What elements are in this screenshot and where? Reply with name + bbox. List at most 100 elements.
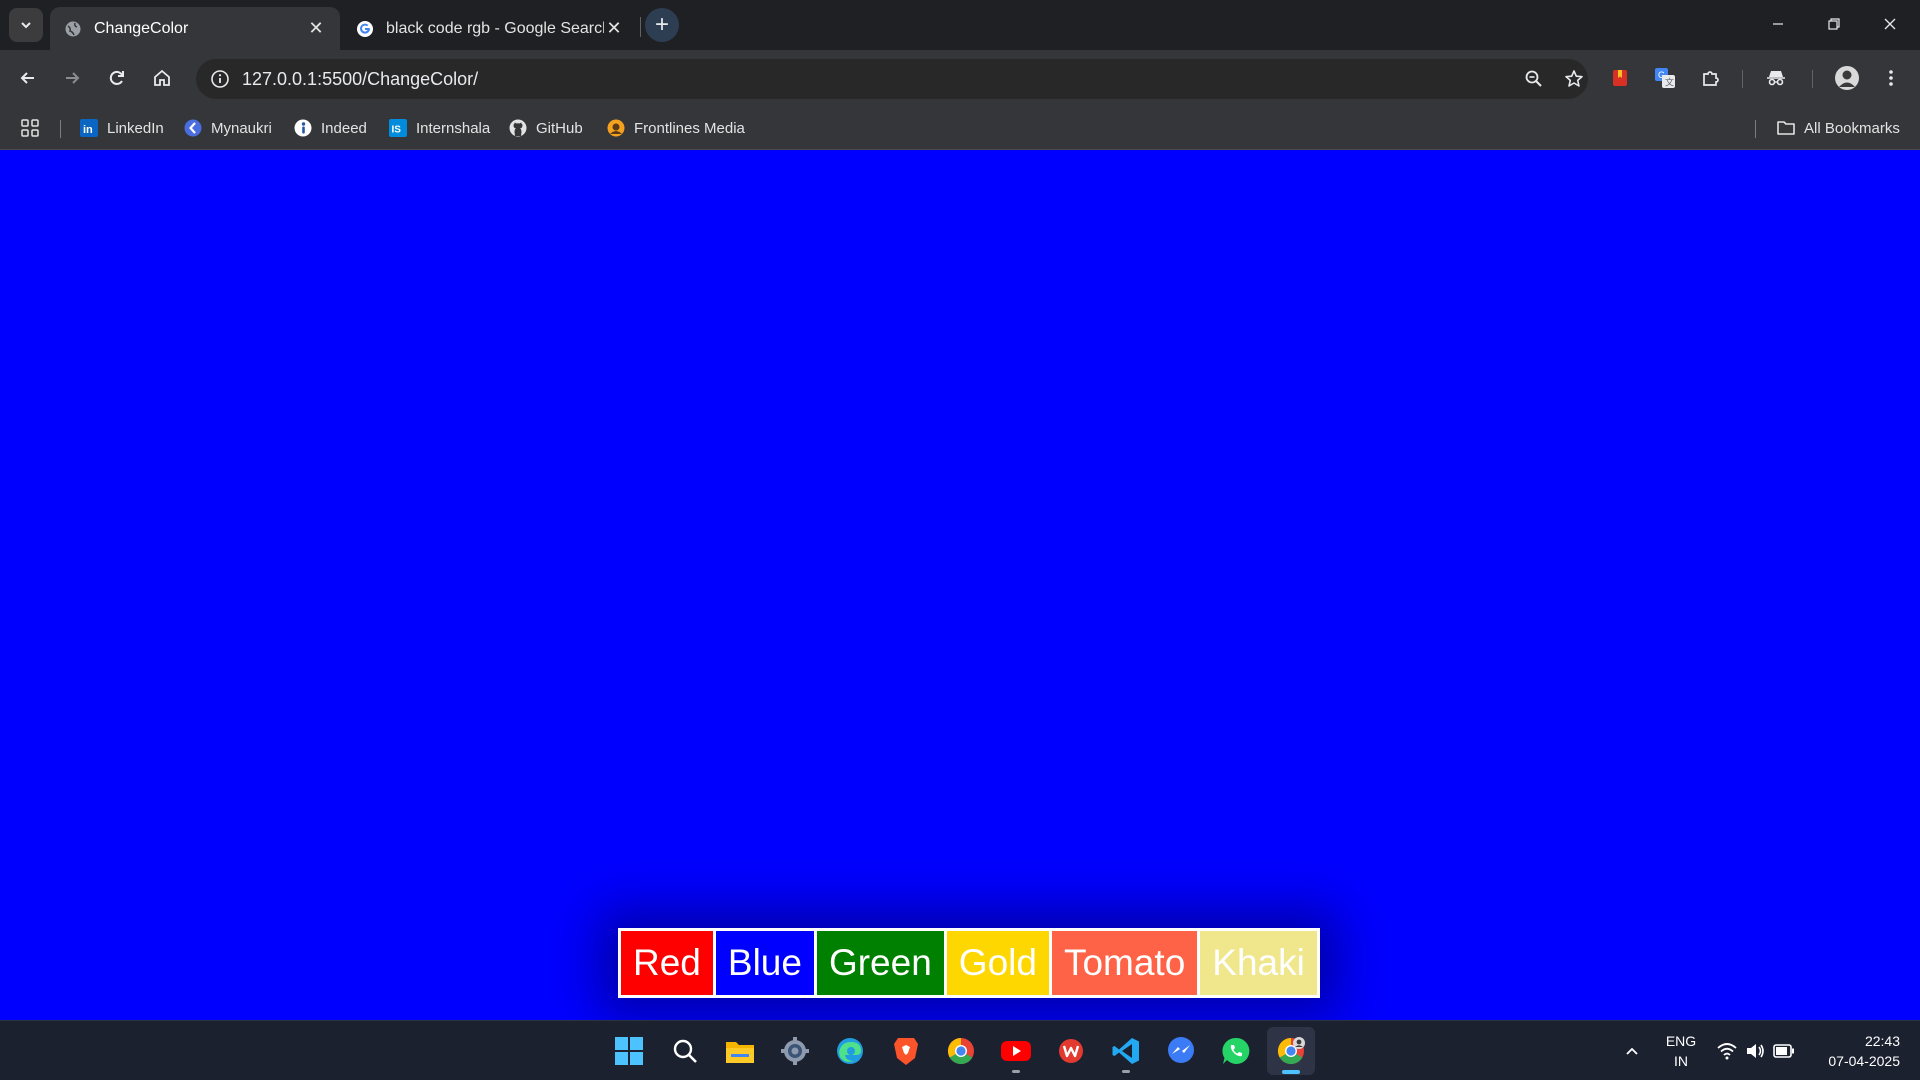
system-clock[interactable]: 22:43 07-04-2025 — [1804, 1031, 1900, 1071]
taskbar-search-button[interactable] — [661, 1027, 709, 1075]
zoom-button[interactable] — [1516, 61, 1552, 97]
arrow-right-icon — [66, 72, 80, 84]
youtube-icon — [1001, 1041, 1031, 1061]
wps-office-icon — [1059, 1039, 1083, 1063]
tab-search-button[interactable] — [9, 8, 43, 42]
taskbar-messenger[interactable] — [1157, 1027, 1205, 1075]
active-indicator — [1282, 1070, 1300, 1074]
system-status-button[interactable] — [1716, 1021, 1796, 1080]
incognito-button[interactable] — [1758, 60, 1794, 96]
extension-translate-button[interactable]: G文 — [1647, 60, 1683, 96]
volume-icon — [1747, 1044, 1764, 1058]
input-language-indicator[interactable]: ENG IN — [1656, 1031, 1706, 1071]
google-icon — [356, 20, 374, 38]
avatar-icon — [1835, 66, 1859, 90]
arrow-left-icon — [20, 72, 34, 84]
khaki-button[interactable]: Khaki — [1200, 931, 1317, 995]
blue-button[interactable]: Blue — [715, 931, 814, 995]
bookmark-label: Mynaukri — [211, 119, 272, 137]
color-button-bar: Red Blue Green Gold Tomato Khaki — [618, 928, 1320, 998]
reload-button[interactable] — [99, 60, 135, 96]
translate-icon: G文 — [1655, 68, 1675, 88]
new-tab-button[interactable]: + — [645, 8, 679, 42]
region-code: IN — [1674, 1053, 1688, 1069]
red-button[interactable]: Red — [621, 931, 713, 995]
site-info-button[interactable] — [200, 59, 240, 99]
home-icon — [154, 69, 170, 86]
extension-bookmark-button[interactable] — [1602, 60, 1638, 96]
home-button[interactable] — [144, 60, 180, 96]
url-text[interactable]: 127.0.0.1:5500/ChangeColor/ — [242, 69, 478, 90]
windows-taskbar: ENG IN 22:43 07-04-2025 — [0, 1020, 1920, 1080]
github-icon — [508, 118, 528, 138]
taskbar-whatsapp[interactable] — [1212, 1027, 1260, 1075]
indeed-icon — [293, 118, 313, 138]
apps-button[interactable] — [20, 114, 40, 142]
plus-icon: + — [654, 11, 669, 38]
language-code: ENG — [1665, 1033, 1697, 1049]
forward-button[interactable] — [54, 60, 90, 96]
show-hidden-icons-button[interactable] — [1620, 1021, 1644, 1080]
back-button[interactable] — [10, 60, 46, 96]
chevron-down-icon — [21, 22, 31, 29]
bookmark-label: GitHub — [536, 119, 583, 137]
bookmark-indeed[interactable]: Indeed — [293, 114, 367, 142]
bookmark-star-button[interactable] — [1556, 61, 1592, 97]
browser-toolbar: 127.0.0.1:5500/ChangeColor/ G文 — [0, 50, 1920, 106]
bookmark-frontlines-media[interactable]: Frontlines Media — [606, 114, 745, 142]
toolbar-divider — [1812, 70, 1813, 88]
search-icon — [673, 1039, 697, 1063]
extensions-button[interactable] — [1693, 60, 1729, 96]
windows-start-icon — [615, 1037, 643, 1065]
close-window-button[interactable] — [1862, 0, 1918, 48]
taskbar-vscode[interactable] — [1102, 1027, 1150, 1075]
taskbar-brave[interactable] — [882, 1027, 930, 1075]
bookmark-github[interactable]: GitHub — [508, 114, 583, 142]
svg-text:in: in — [83, 124, 93, 136]
taskbar-edge[interactable] — [826, 1027, 874, 1075]
taskbar-chrome[interactable] — [937, 1027, 985, 1075]
minimize-button[interactable] — [1750, 0, 1806, 48]
vscode-icon — [1112, 1038, 1139, 1064]
taskbar-settings[interactable] — [771, 1027, 819, 1075]
close-tab-icon[interactable]: ✕ — [306, 18, 326, 39]
wifi-icon — [1717, 1043, 1737, 1060]
bookmark-label: Frontlines Media — [634, 119, 745, 137]
tomato-button[interactable]: Tomato — [1051, 931, 1198, 995]
bookmark-mynaukri[interactable]: Mynaukri — [183, 114, 272, 142]
menu-button[interactable] — [1873, 60, 1909, 96]
tab-strip: ChangeColor ✕ black code rgb - Google Se… — [0, 0, 1920, 50]
mynaukri-icon — [183, 118, 203, 138]
more-vertical-icon — [1889, 70, 1893, 86]
settings-icon — [781, 1037, 809, 1065]
bookmark-label: LinkedIn — [107, 119, 164, 137]
profile-button[interactable] — [1829, 60, 1865, 96]
close-tab-icon[interactable]: ✕ — [604, 18, 624, 39]
puzzle-icon — [1703, 71, 1719, 86]
green-button[interactable]: Green — [816, 931, 944, 995]
whatsapp-icon — [1222, 1037, 1250, 1064]
bookmark-linkedin[interactable]: in LinkedIn — [79, 114, 164, 142]
gold-button[interactable]: Gold — [946, 931, 1049, 995]
clock-date: 07-04-2025 — [1828, 1053, 1900, 1069]
start-button[interactable] — [605, 1027, 653, 1075]
tab-title: ChangeColor — [94, 19, 189, 37]
taskbar-chrome-profile[interactable] — [1267, 1027, 1315, 1075]
globe-icon — [64, 20, 82, 38]
tab-changecolor[interactable]: ChangeColor ✕ — [50, 7, 340, 50]
all-bookmarks-button[interactable]: All Bookmarks — [1776, 114, 1900, 142]
taskbar-youtube[interactable] — [992, 1027, 1040, 1075]
clock-time: 22:43 — [1864, 1033, 1900, 1049]
restore-button[interactable] — [1806, 0, 1862, 48]
address-bar[interactable]: 127.0.0.1:5500/ChangeColor/ — [196, 59, 1588, 99]
taskbar-file-explorer[interactable] — [716, 1027, 764, 1075]
tab-google-search[interactable]: black code rgb - Google Search ✕ — [342, 7, 638, 50]
chrome-profile-icon — [1277, 1037, 1305, 1065]
linkedin-icon: in — [79, 118, 99, 138]
toolbar-divider — [1742, 70, 1743, 88]
svg-text:文: 文 — [1665, 77, 1674, 88]
brave-icon — [894, 1038, 918, 1065]
taskbar-wps-office[interactable] — [1047, 1027, 1095, 1075]
incognito-icon — [1767, 71, 1785, 86]
bookmark-internshala[interactable]: IS Internshala — [388, 114, 490, 142]
